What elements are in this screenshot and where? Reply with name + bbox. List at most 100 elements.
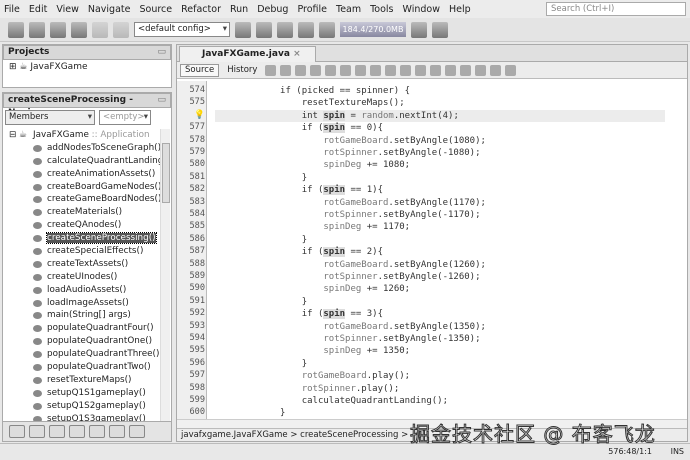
stop-macro-icon[interactable]	[475, 64, 487, 76]
clean-build-icon[interactable]	[256, 21, 272, 38]
history-button[interactable]: History	[223, 65, 261, 75]
tree-member[interactable]: populateQuadrantThree()	[3, 348, 161, 361]
menu-view[interactable]: View	[56, 4, 79, 15]
tree-member[interactable]: createAnimationAssets()	[3, 168, 161, 181]
breadcrumb-class[interactable]: javafxgame.JavaFXGame	[181, 430, 288, 440]
inherited-filter-icon[interactable]	[69, 425, 85, 438]
shift-left-icon[interactable]	[430, 64, 442, 76]
profile-icon[interactable]	[319, 21, 335, 38]
menu-debug[interactable]: Debug	[257, 4, 288, 15]
members-filter-select[interactable]: Members	[5, 110, 95, 125]
minimize-icon[interactable]: ▭	[157, 46, 166, 59]
menu-window[interactable]: Window	[403, 4, 440, 15]
menu-team[interactable]: Team	[336, 4, 361, 15]
tab-javafxgame-java[interactable]: JavaFXGame.java ×	[179, 46, 316, 62]
code-line: int spin = random.nextInt(4);	[215, 109, 665, 123]
next-bookmark-icon[interactable]	[400, 64, 412, 76]
minimize-icon[interactable]: ▭	[157, 94, 166, 107]
sort-name-icon[interactable]	[89, 425, 105, 438]
comment-icon[interactable]	[490, 64, 502, 76]
uncomment-icon[interactable]	[505, 64, 517, 76]
tree-member[interactable]: createSceneProcessing()	[3, 232, 161, 245]
tree-root[interactable]: ⊟ ☕ JavaFXGame :: Application	[3, 129, 161, 142]
tree-member[interactable]: populateQuadrantOne()	[3, 335, 161, 348]
search-input[interactable]: Search (Ctrl+I)	[546, 2, 686, 16]
empty-filter-select[interactable]: <empty>	[99, 110, 151, 125]
tree-member[interactable]: populateQuadrantTwo()	[3, 361, 161, 374]
start-macro-icon[interactable]	[460, 64, 472, 76]
run-icon[interactable]	[277, 21, 293, 38]
tree-member[interactable]: setupQ1S2gameplay()	[3, 400, 161, 413]
line-number: 578	[189, 134, 205, 145]
new-file-icon[interactable]	[8, 21, 24, 38]
collapse-icon[interactable]: ⊟	[9, 129, 16, 142]
status-bar: 576:48/1:1 INS	[0, 443, 690, 460]
tree-member[interactable]: createUInodes()	[3, 271, 161, 284]
gc-icon[interactable]	[411, 21, 427, 38]
tree-member[interactable]: createGameBoardNodes()	[3, 193, 161, 206]
source-button[interactable]: Source	[180, 63, 220, 77]
find-next-icon[interactable]	[340, 64, 352, 76]
method-icon	[33, 325, 42, 333]
open-project-icon[interactable]	[50, 21, 66, 38]
memory-indicator[interactable]: 184.4/270.0MB	[340, 22, 406, 37]
static-filter-icon[interactable]	[29, 425, 45, 438]
forward-icon[interactable]	[295, 64, 307, 76]
tree-scrollbar[interactable]	[160, 129, 170, 423]
save-all-icon[interactable]	[71, 21, 87, 38]
menu-file[interactable]: File	[4, 4, 20, 15]
toggle-bookmark-icon[interactable]	[415, 64, 427, 76]
find-icon[interactable]	[310, 64, 322, 76]
tree-member[interactable]: createQAnodes()	[3, 219, 161, 232]
hint-bulb-icon[interactable]: 💡	[177, 110, 205, 120]
undo-icon[interactable]	[92, 21, 108, 38]
tree-member[interactable]: setupQ1S1gameplay()	[3, 387, 161, 400]
tree-member[interactable]: createSpecialEffects()	[3, 245, 161, 258]
breadcrumb-method[interactable]: createSceneProcessing	[300, 430, 398, 440]
find-prev-icon[interactable]	[325, 64, 337, 76]
method-icon	[33, 286, 42, 294]
toggle-selection-icon[interactable]	[370, 64, 382, 76]
tree-member[interactable]: loadAudioAssets()	[3, 284, 161, 297]
last-edit-icon[interactable]	[265, 64, 277, 76]
code-area[interactable]: 574 575 💡 577 578 579 580 581 582 583 584 585 586 587…	[177, 81, 677, 419]
profiler-icon[interactable]	[432, 21, 448, 38]
back-icon[interactable]	[280, 64, 292, 76]
insert-mode: INS	[670, 447, 684, 456]
tree-member[interactable]: loadImageAssets()	[3, 297, 161, 310]
menu-edit[interactable]: Edit	[29, 4, 47, 15]
menu-tools[interactable]: Tools	[370, 4, 393, 15]
new-project-icon[interactable]	[29, 21, 45, 38]
sort-source-icon[interactable]	[109, 425, 125, 438]
tree-member[interactable]: createBoardGameNodes()	[3, 181, 161, 194]
tree-member[interactable]: calculateQuadrantLanding()	[3, 155, 161, 168]
non-public-filter-icon[interactable]	[49, 425, 65, 438]
menu-profile[interactable]: Profile	[297, 4, 327, 15]
close-tab-icon[interactable]: ×	[293, 49, 301, 59]
toggle-highlight-icon[interactable]	[355, 64, 367, 76]
tree-member[interactable]: main(String[] args)	[3, 309, 161, 322]
menu-help[interactable]: Help	[449, 4, 471, 15]
menu-refactor[interactable]: Refactor	[181, 4, 221, 15]
menu-navigate[interactable]: Navigate	[88, 4, 131, 15]
redo-icon[interactable]	[113, 21, 129, 38]
debug-icon[interactable]	[298, 21, 314, 38]
tree-member[interactable]: populateQuadrantFour()	[3, 322, 161, 335]
menu-source[interactable]: Source	[139, 4, 172, 15]
tree-member[interactable]: createMaterials()	[3, 206, 161, 219]
prev-bookmark-icon[interactable]	[385, 64, 397, 76]
build-icon[interactable]	[235, 21, 251, 38]
fqn-icon[interactable]	[129, 425, 145, 438]
tree-member[interactable]: createTextAssets()	[3, 258, 161, 271]
tree-member[interactable]: addNodesToSceneGraph()	[3, 142, 161, 155]
fields-filter-icon[interactable]	[9, 425, 25, 438]
project-item[interactable]: ⊞ ☕ JavaFXGame	[3, 60, 171, 72]
code-line: rotSpinner.play();	[301, 383, 400, 394]
config-select[interactable]: <default config>	[134, 22, 230, 37]
line-number: 599	[189, 395, 205, 405]
shift-right-icon[interactable]	[445, 64, 457, 76]
menu-run[interactable]: Run	[230, 4, 248, 15]
member-label: createGameBoardNodes()	[47, 194, 161, 205]
code-line: rotSpinner.setByAngle(-1080);	[323, 148, 481, 158]
tree-member[interactable]: resetTextureMaps()	[3, 374, 161, 387]
